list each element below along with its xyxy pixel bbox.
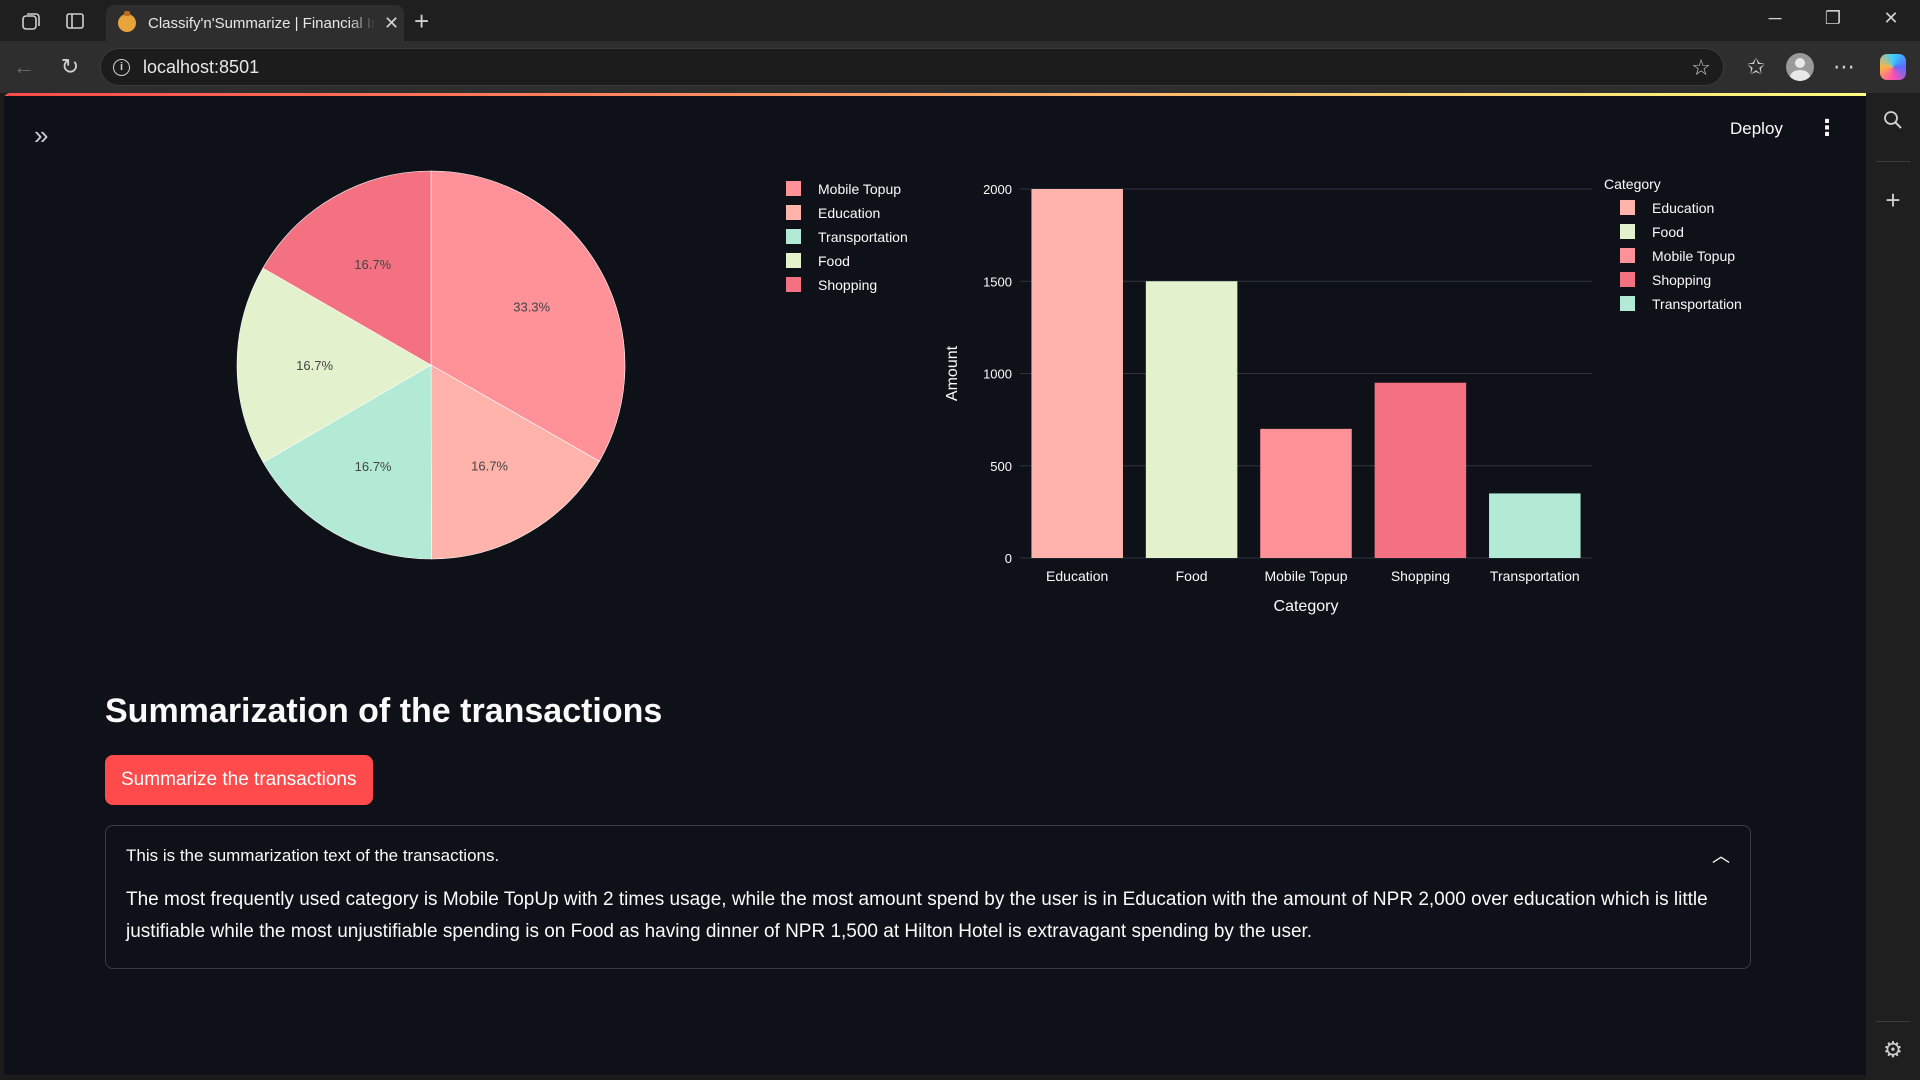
bar-legend-swatch	[1620, 272, 1635, 287]
browser-tab-active[interactable]: Classify'n'Summarize | Financial Insight…	[106, 5, 404, 41]
workspaces-icon[interactable]	[18, 8, 44, 34]
pie-slice-label: 16.7%	[471, 459, 508, 474]
profile-button[interactable]	[1784, 51, 1816, 83]
bar-legend-swatch	[1620, 200, 1635, 215]
bar-y-tick-label: 2000	[983, 182, 1012, 197]
page-heading: Summarization of the transactions	[105, 692, 663, 730]
money-bag-icon	[118, 11, 136, 32]
favorites-icon[interactable]: ✩	[1740, 51, 1772, 83]
pie-legend-label: Shopping	[818, 277, 877, 293]
bar-y-tick-label: 500	[990, 459, 1012, 474]
pie-slice-label: 16.7%	[354, 257, 391, 272]
bar-x-tick-label: Food	[1176, 568, 1208, 584]
bar-x-tick-label: Shopping	[1391, 568, 1450, 584]
close-tab-icon[interactable]: ✕	[384, 13, 399, 34]
pie-legend-label: Mobile Topup	[818, 181, 901, 197]
bar-y-axis-title: Amount	[944, 345, 961, 401]
pie-slice-label: 33.3%	[513, 300, 550, 315]
favorite-star-icon[interactable]: ☆	[1691, 55, 1711, 81]
bar-legend-label: Education	[1652, 200, 1714, 216]
gear-icon[interactable]: ⚙	[1878, 1035, 1908, 1065]
bar-y-tick-label: 1500	[983, 274, 1012, 289]
restore-window-icon[interactable]: ❐	[1818, 8, 1848, 29]
bar	[1260, 428, 1352, 558]
chevron-up-icon[interactable]: ︿	[1712, 842, 1730, 868]
expander-label[interactable]: This is the summarization text of the tr…	[126, 846, 499, 866]
close-window-icon[interactable]: ✕	[1876, 8, 1906, 29]
bar-x-tick-label: Mobile Topup	[1264, 568, 1347, 584]
new-tab-button[interactable]: +	[414, 6, 429, 37]
bar-legend-title: Category	[1604, 176, 1661, 192]
copilot-button[interactable]	[1877, 51, 1909, 83]
browser-side-rail: + ⚙	[1866, 93, 1920, 1080]
bar-legend-label: Mobile Topup	[1652, 248, 1735, 264]
bar	[1374, 382, 1467, 558]
bar-y-tick-label: 0	[1005, 551, 1012, 566]
url-text[interactable]: localhost:8501	[143, 57, 259, 78]
pie-slice-label: 16.7%	[355, 459, 392, 474]
add-sidebar-app-icon[interactable]: +	[1878, 185, 1908, 215]
rail-divider	[1876, 1021, 1910, 1022]
pie-slice-label: 16.7%	[296, 358, 333, 373]
bar-x-axis-title: Category	[1274, 598, 1339, 615]
bar-x-tick-label: Transportation	[1490, 568, 1580, 584]
pie-legend-label: Food	[818, 253, 850, 269]
summary-expander: This is the summarization text of the tr…	[105, 825, 1751, 969]
summary-text: The most frequently used category is Mob…	[126, 889, 1708, 942]
bar-x-tick-label: Education	[1046, 568, 1108, 584]
search-icon[interactable]	[1878, 105, 1908, 135]
site-info-icon[interactable]: i	[113, 59, 130, 76]
pie-legend-swatch	[786, 277, 801, 292]
pie-legend-label: Education	[818, 205, 880, 221]
browser-tab-bar: Classify'n'Summarize | Financial Insight…	[0, 0, 1920, 41]
address-bar[interactable]: i localhost:8501 ☆	[100, 48, 1724, 86]
bar-legend-label: Transportation	[1652, 296, 1742, 312]
bar	[1489, 493, 1581, 558]
bar-legend-swatch	[1620, 248, 1635, 263]
refresh-icon[interactable]: ↻	[56, 53, 84, 81]
rail-divider	[1876, 161, 1910, 162]
pie-legend-label: Transportation	[818, 229, 908, 245]
bar	[1145, 281, 1238, 558]
more-options-icon[interactable]: ⋯	[1828, 51, 1860, 83]
bar-legend-label: Shopping	[1652, 272, 1711, 288]
browser-toolbar: ← ↻ i localhost:8501 ☆ ✩ ⋯	[0, 41, 1920, 93]
pie-legend-swatch	[786, 253, 801, 268]
bar	[1031, 189, 1123, 558]
vertical-tabs-icon[interactable]	[62, 8, 88, 34]
charts-area: 33.3% 16.7% 16.7% 16.7% 16.7% Mobile Topup Edu…	[236, 170, 1742, 615]
tab-title: Classify'n'Summarize | Financial Insight…	[148, 14, 376, 32]
pie-legend-swatch	[786, 181, 801, 196]
bar-y-tick-label: 1000	[983, 367, 1012, 382]
minimize-window-icon[interactable]: ─	[1760, 8, 1790, 29]
app-viewport: » Deploy ⋮ 33.3% 16.7% 16.7% 16.7% 16.7% Mobi…	[4, 93, 1866, 1075]
pie-legend-swatch	[786, 205, 801, 220]
bar-legend-swatch	[1620, 296, 1635, 311]
summarize-button[interactable]: Summarize the transactions	[105, 755, 373, 805]
back-arrow-icon[interactable]: ←	[10, 53, 38, 81]
avatar	[1786, 53, 1814, 81]
bar-legend-label: Food	[1652, 224, 1684, 240]
copilot-icon	[1880, 54, 1906, 80]
bar-legend-swatch	[1620, 224, 1635, 239]
pie-legend-swatch	[786, 229, 801, 244]
